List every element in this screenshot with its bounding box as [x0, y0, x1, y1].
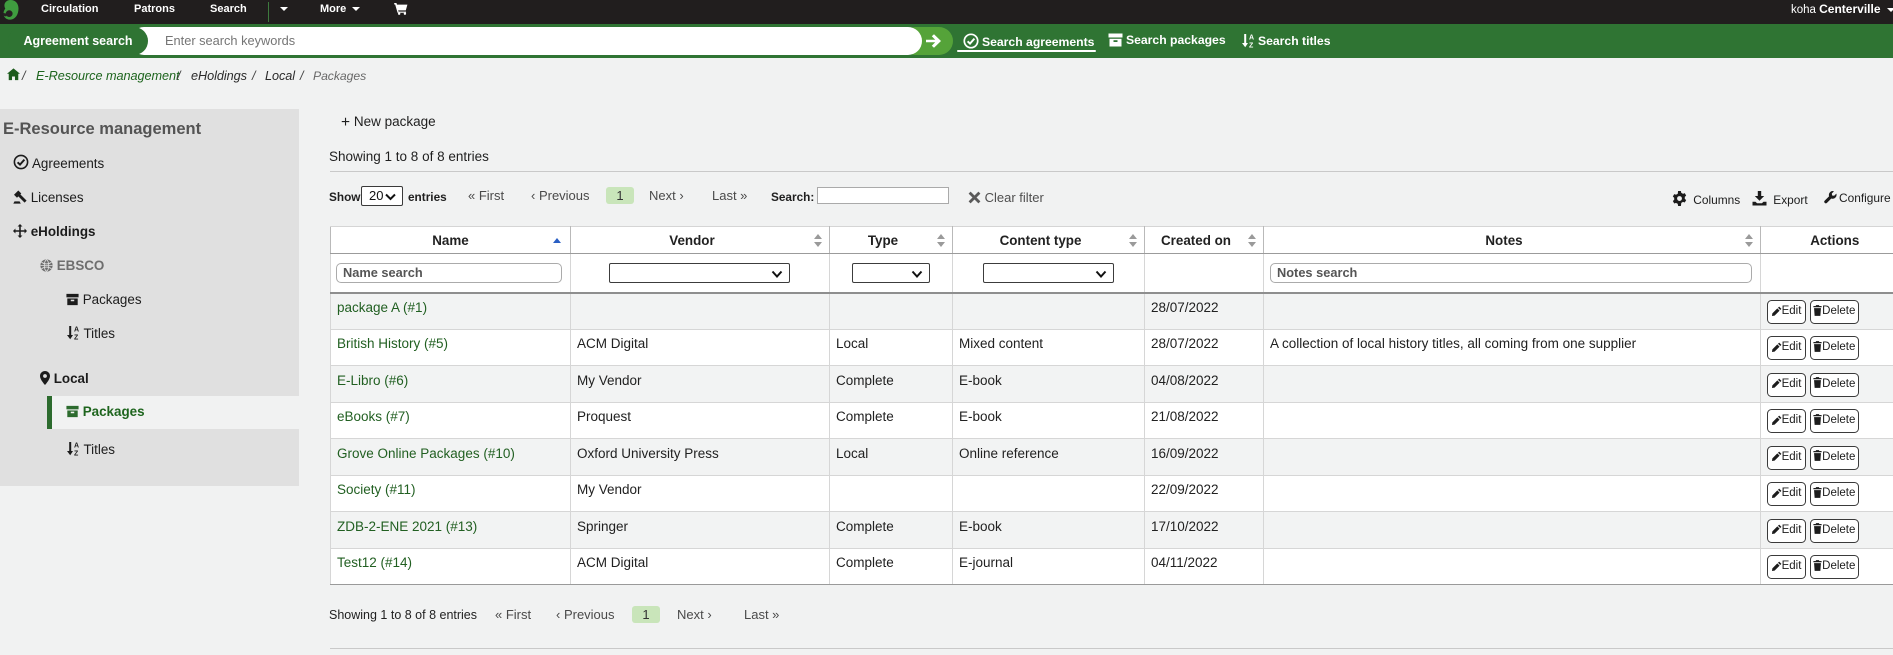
svg-text:Z: Z — [1249, 42, 1254, 48]
svg-text:Z: Z — [74, 335, 79, 341]
svg-text:Z: Z — [74, 451, 79, 457]
svg-text:A: A — [1249, 34, 1254, 41]
svg-text:A: A — [74, 327, 79, 334]
svg-text:A: A — [74, 443, 79, 450]
